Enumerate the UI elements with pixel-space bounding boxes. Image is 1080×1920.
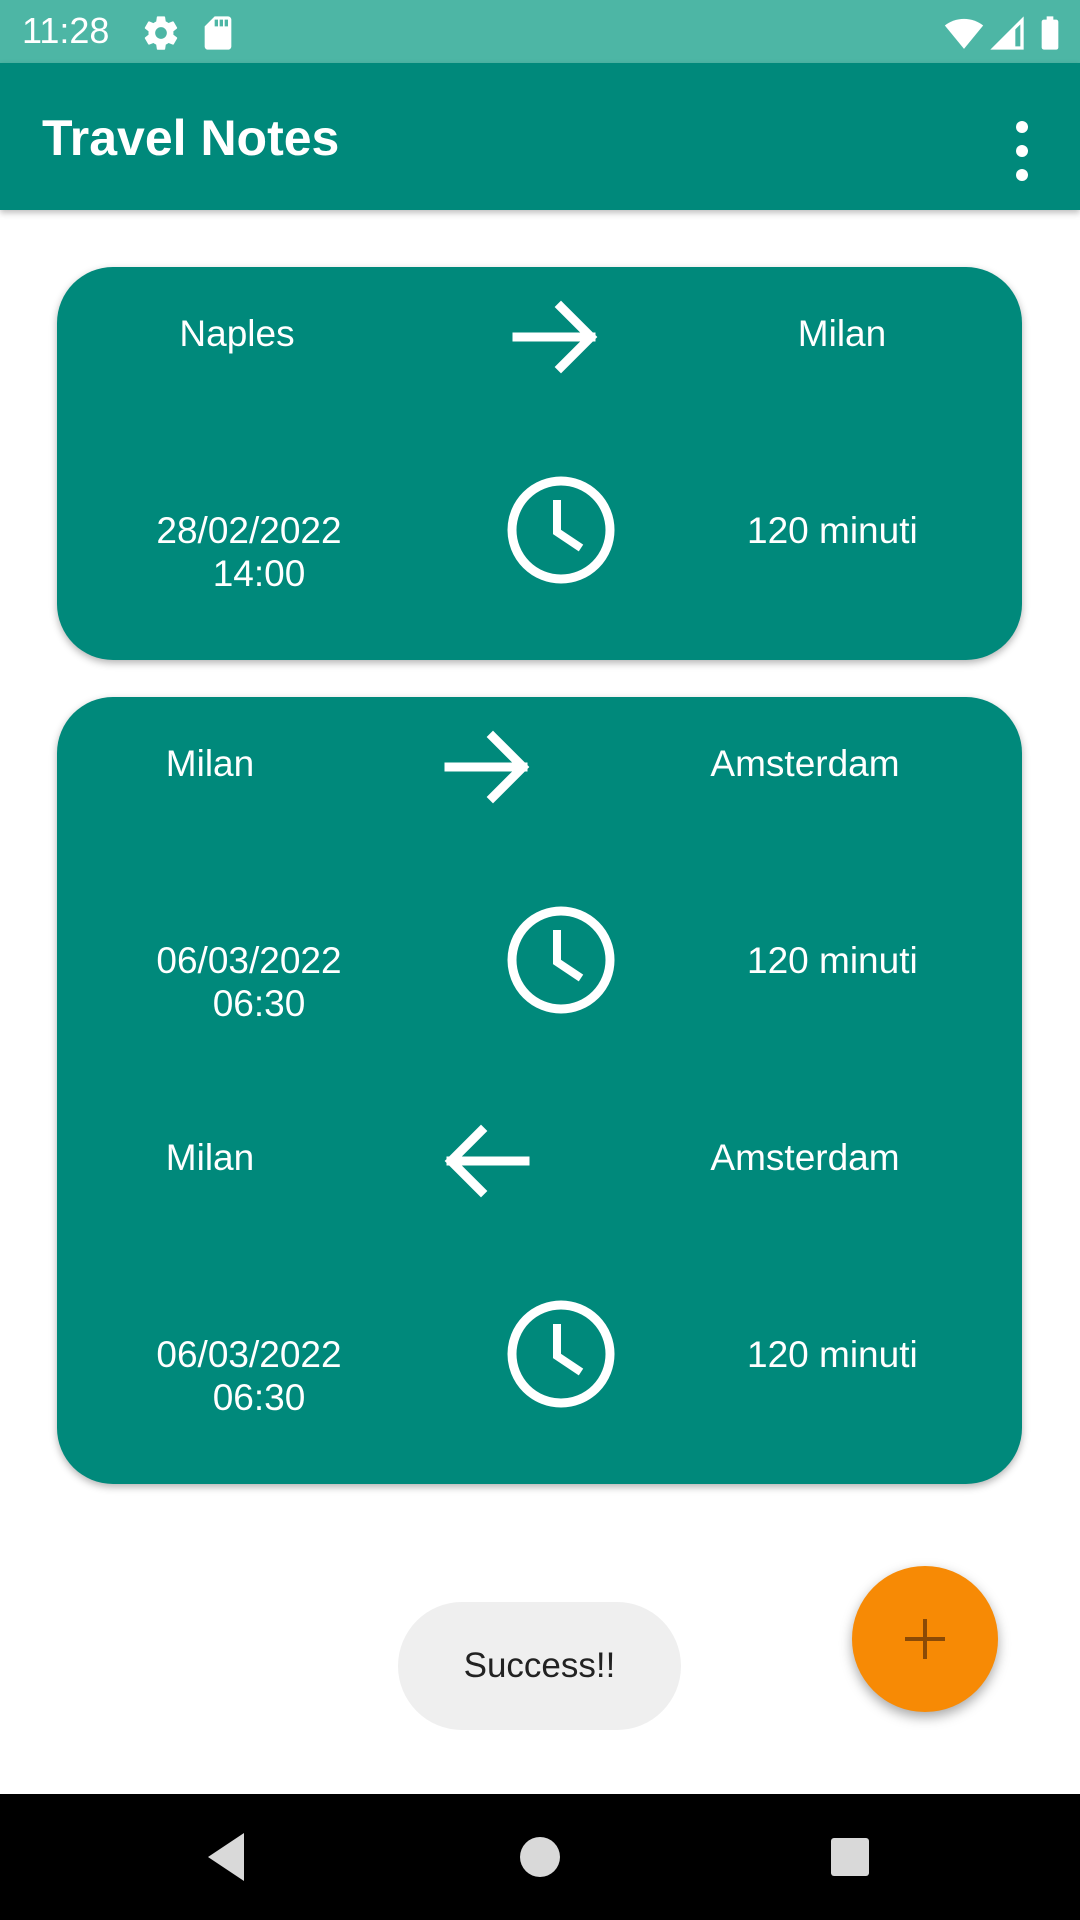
add-trip-button[interactable] [852,1566,998,1712]
wifi-icon [944,13,984,53]
departure-date: 28/02/2022 [156,510,342,551]
trip-card[interactable]: Naples Milan 28/02/2022 14:00 120 minuti [57,267,1022,660]
arrival-city: Amsterdam [710,1137,900,1178]
signal-icon [987,13,1027,53]
departure-time: 14:00 [212,553,306,594]
home-icon [520,1837,560,1877]
battery-icon [1030,13,1070,53]
arrival-city: Amsterdam [710,743,900,784]
duration: 120 minuti [747,940,918,981]
back-icon [208,1833,244,1881]
departure-city: Milan [165,743,255,784]
clock-icon [501,1294,621,1419]
gear-icon [141,13,181,53]
departure-time: 06:30 [212,983,306,1024]
departure-date: 06/03/2022 [156,1334,342,1375]
plus-icon [905,1619,945,1659]
arrow-right-icon [437,717,537,822]
more-options-button[interactable] [996,103,1048,199]
navigation-bar [0,1794,1080,1920]
duration: 120 minuti [747,510,918,551]
departure-city: Milan [165,1137,255,1178]
trip-card[interactable]: Milan Amsterdam 06/03/2022 06:30 120 min… [57,697,1022,1484]
app-title: Travel Notes [42,110,340,166]
status-time: 11:28 [22,10,110,51]
app-bar: Travel Notes [0,63,1080,210]
home-button[interactable] [508,1825,572,1889]
arrow-left-icon [437,1111,537,1216]
departure-date: 06/03/2022 [156,940,342,981]
departure-city: Naples [179,313,295,354]
duration: 120 minuti [747,1334,918,1375]
trip-leg: Naples Milan 28/02/2022 14:00 120 minuti [57,267,1022,661]
clock-icon [501,900,621,1025]
trip-leg: Milan Amsterdam 06/03/2022 06:30 120 min… [57,1091,1022,1485]
arrival-city: Milan [797,313,887,354]
sd-card-icon [198,13,238,53]
toast-message: Success!! [398,1602,681,1730]
back-button[interactable] [196,1825,260,1889]
clock-icon [501,470,621,595]
departure-time: 06:30 [212,1377,306,1418]
recents-button[interactable] [818,1825,882,1889]
status-bar: 11:28 [0,0,1080,63]
trip-leg: Milan Amsterdam 06/03/2022 06:30 120 min… [57,697,1022,1091]
arrow-right-icon [505,287,605,392]
recents-icon [831,1838,869,1876]
more-vert-icon [1016,121,1028,181]
